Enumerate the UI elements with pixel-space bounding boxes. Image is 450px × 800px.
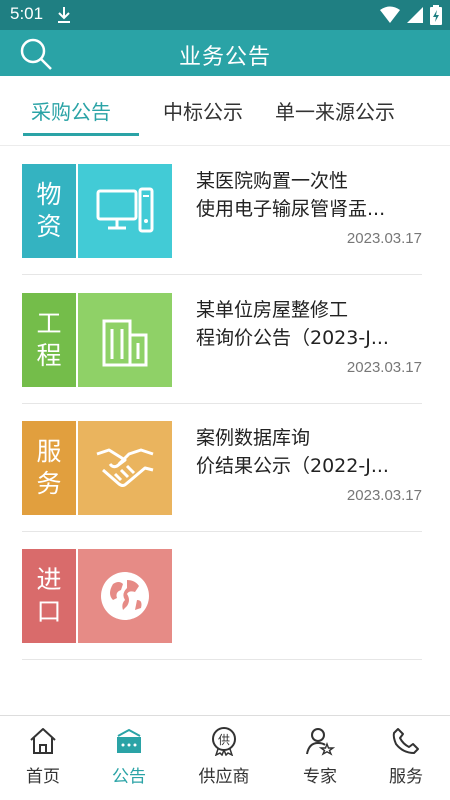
page-title: 业务公告 xyxy=(178,45,271,70)
active-tab-indicator xyxy=(23,133,139,136)
category-icon-tile xyxy=(78,549,172,643)
download-icon xyxy=(56,5,72,29)
nav-supplier[interactable]: 供 供应商 xyxy=(184,726,264,796)
item-title-line1: 某医院购置一次性 xyxy=(196,170,349,192)
tab-bar: 采购公告 中标公示 单一来源公示 xyxy=(0,76,450,146)
item-title: 某单位房屋整修工 程询价公告（2023-J... xyxy=(196,296,422,352)
item-title-line2: 使用电子输尿管肾盂... xyxy=(196,198,386,220)
computer-icon xyxy=(96,187,154,233)
list-item[interactable]: 服 务 案例数据库询 价结果公示（2022-J... 2023.03.17 xyxy=(22,404,422,532)
category-label-line1: 工 xyxy=(36,309,62,338)
svg-text:供: 供 xyxy=(218,733,230,747)
nav-expert[interactable]: 专家 xyxy=(280,726,360,796)
category-label-line2: 务 xyxy=(36,469,62,498)
category-badge: 进 口 xyxy=(22,549,76,643)
list-item[interactable]: 进 口 xyxy=(22,532,422,660)
item-date: 2023.03.17 xyxy=(346,230,422,247)
item-title-line2: 程询价公告（2023-J... xyxy=(196,327,389,349)
category-label-line2: 资 xyxy=(36,212,62,241)
category-label-line1: 进 xyxy=(36,565,62,594)
nav-label: 服务 xyxy=(389,767,423,787)
item-title: 某医院购置一次性 使用电子输尿管肾盂... xyxy=(196,167,422,223)
item-title-line1: 某单位房屋整修工 xyxy=(196,299,349,321)
category-icon-tile xyxy=(78,293,172,387)
category-label-line2: 口 xyxy=(36,597,62,626)
item-title-line2: 价结果公示（2022-J... xyxy=(196,455,389,477)
supplier-icon: 供 xyxy=(212,727,236,756)
globe-icon xyxy=(101,572,149,620)
status-time: 5:01 xyxy=(10,4,44,23)
expert-icon xyxy=(306,728,335,756)
item-title: 案例数据库询 价结果公示（2022-J... xyxy=(196,424,422,480)
tab-procurement[interactable]: 采购公告 xyxy=(31,96,111,125)
building-icon xyxy=(102,319,148,367)
home-icon xyxy=(30,728,56,754)
item-title-line1: 案例数据库询 xyxy=(196,427,311,449)
category-badge: 服 务 xyxy=(22,421,76,515)
nav-home[interactable]: 首页 xyxy=(3,726,83,796)
category-label-line1: 服 xyxy=(36,437,62,466)
tab-bid-winning[interactable]: 中标公示 xyxy=(163,96,243,125)
nav-label: 供应商 xyxy=(198,767,250,787)
status-bar: 5:01 xyxy=(0,0,450,30)
announcement-icon xyxy=(117,728,141,753)
nav-announcement[interactable]: 公告 xyxy=(89,726,169,796)
tab-single-source[interactable]: 单一来源公示 xyxy=(275,96,395,125)
handshake-icon xyxy=(96,448,154,487)
category-icon-tile xyxy=(78,421,172,515)
battery-icon xyxy=(430,5,442,25)
item-date: 2023.03.17 xyxy=(346,359,422,376)
bottom-nav: 首页 公告 供 供应商 专家 服务 xyxy=(0,715,450,800)
category-label-line2: 程 xyxy=(36,341,62,370)
category-badge: 工 程 xyxy=(22,293,76,387)
list-item[interactable]: 工 程 某单位房屋整修工 程询价公告（2023-J... 2023.03.17 xyxy=(22,276,422,404)
app-header: 业务公告 xyxy=(0,30,450,76)
nav-service[interactable]: 服务 xyxy=(366,726,446,796)
category-icon-tile xyxy=(78,164,172,258)
nav-label: 公告 xyxy=(112,767,146,787)
list-item[interactable]: 物 资 某医院购置一次性 使用电子输尿管肾盂... 2023.03.17 xyxy=(22,147,422,275)
nav-label: 专家 xyxy=(303,767,337,787)
status-indicators xyxy=(380,5,442,25)
category-badge: 物 资 xyxy=(22,164,76,258)
signal-icon xyxy=(407,7,423,23)
phone-icon xyxy=(392,728,419,754)
item-date: 2023.03.17 xyxy=(346,487,422,504)
category-label-line1: 物 xyxy=(36,180,62,209)
wifi-icon xyxy=(380,6,400,23)
nav-label: 首页 xyxy=(26,767,60,787)
